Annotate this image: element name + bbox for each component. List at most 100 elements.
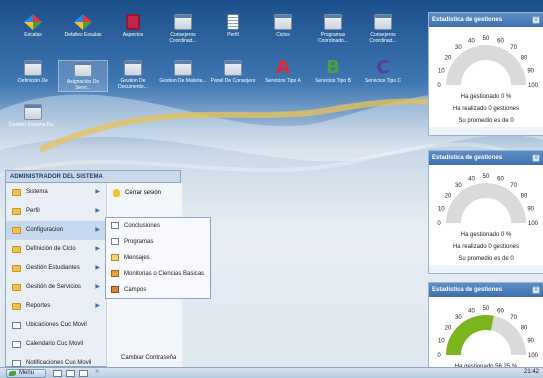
desktop-icon-label: Programas Coordinado...	[317, 32, 349, 44]
desktop-icon-label: Gestión Sistema Ba...	[8, 122, 58, 128]
person-icon	[111, 286, 119, 293]
desktop-icon[interactable]: Detalles Escalas	[58, 14, 108, 38]
stat-panel-header: Estadística de gestiones ≡	[429, 283, 543, 297]
logout-button[interactable]: Cerrar sesión	[113, 187, 161, 199]
folder-icon	[12, 208, 21, 215]
start-menu-item[interactable]: Definición de Ciclo ▶	[6, 240, 106, 259]
desktop-icon-label: Escalas	[24, 32, 42, 38]
desktop-icon[interactable]: Aspectos	[108, 14, 158, 38]
desktop-icon[interactable]: Programas Coordinado...	[308, 14, 358, 44]
desktop-icon[interactable]: Gestion De Materia...	[158, 60, 208, 84]
submenu-item[interactable]: Monitorias o Ciencias Basicas	[106, 266, 210, 282]
desktop-icon-label: Consejeros Coordinad...	[369, 32, 397, 44]
gauge-tick-label: 60	[497, 176, 504, 182]
change-password-button[interactable]: Cambiar Contraseña	[121, 355, 176, 361]
submenu-item[interactable]: Mensajes	[106, 250, 210, 266]
document-icon	[227, 14, 239, 30]
desktop-icon[interactable]: Definición De	[8, 60, 58, 84]
start-menu-item[interactable]: Calendario Cuc Movil	[6, 335, 106, 354]
letter-b-icon: B	[326, 57, 340, 78]
window-icon	[24, 104, 42, 120]
desktop-icon[interactable]: C Servicios Tipo C	[358, 59, 408, 85]
folder-icon	[12, 227, 21, 234]
start-menu-item-label: Reportes	[26, 303, 51, 309]
desktop-icon[interactable]: Consejeros Coordinad...	[358, 14, 408, 44]
gauge-tick-label: 20	[445, 193, 452, 199]
gauge-tick-label: 100	[528, 221, 539, 227]
desktop-icon-label: Ciclos	[276, 32, 290, 38]
stat-panel-text: Ha realizado 0 gestiones	[452, 106, 520, 112]
start-menu-title: ADMINISTRADOR DEL SISTEMA	[6, 171, 180, 183]
chevron-right-icon: ▶	[95, 246, 100, 252]
submenu-item[interactable]: Campos	[106, 282, 210, 298]
start-menu-item[interactable]: Perfil ▶	[6, 202, 106, 221]
gauge-chart: 010203040 50 60708090100	[437, 36, 538, 89]
gauge-chart: 010203040 50 60708090100	[437, 174, 539, 227]
desktop-icon-label: Panel De Consejero	[210, 78, 256, 84]
stat-panel-body: 0 10 20 30 40 50 60 70 80 90 100 Ha gestionado 0 % H…	[429, 165, 543, 265]
start-menu-item[interactable]: Ubicaciones Cuc Movil	[6, 316, 106, 335]
start-menu-items: Sistema ▶ Perfil ▶ Configuracion ▶ Definición …	[6, 183, 106, 373]
desktop-icon[interactable]: Consejeros Coordinad...	[158, 14, 208, 44]
start-menu-item[interactable]: Reportes ▶	[6, 297, 106, 316]
gauge-track	[446, 183, 526, 224]
window-icon	[111, 238, 119, 245]
desktop-icon[interactable]: Gestión Sistema Ba...	[8, 104, 58, 128]
stat-panel-title: Estadística de gestiones	[432, 287, 503, 293]
desktop-icon[interactable]: Escalas	[8, 14, 58, 38]
desktop-icon-label: Gestion De Documento...	[118, 78, 148, 90]
gauge-tick-label: 30	[455, 315, 462, 321]
logout-label: Cerrar sesión	[125, 190, 162, 196]
desktop-icon[interactable]: Ciclos	[258, 14, 308, 38]
start-menu-button-label: Menu	[19, 370, 35, 376]
taskbar-more-button[interactable]: »	[95, 368, 99, 375]
start-menu-button[interactable]: Menu	[6, 369, 46, 378]
submenu-item[interactable]: Programas	[106, 234, 210, 250]
taskbar-window-icon[interactable]	[66, 370, 75, 377]
gauge-tick-label: 60	[497, 308, 504, 314]
start-menu-item[interactable]: Configuracion ▶	[6, 221, 106, 240]
start-menu-item-label: Ubicaciones Cuc Movil	[26, 322, 87, 328]
gauge-tick-label: 70	[510, 315, 517, 321]
window-icon	[174, 14, 192, 30]
stat-panel: Estadística de gestiones ≡ 0 10 20 30 40 50 60 70…	[428, 282, 543, 373]
window-icon	[124, 60, 142, 76]
start-menu-item-label: Notificaciones Cuc Movil	[26, 360, 92, 366]
submenu-item[interactable]: Conclusiones	[106, 218, 210, 234]
start-menu-item[interactable]: Gestión de Servicios ▶	[6, 278, 106, 297]
desktop-icon[interactable]: Gestion De Documento...	[108, 60, 158, 90]
gauge-tick-label: 90	[527, 68, 534, 74]
panel-options-icon[interactable]: ≡	[532, 154, 540, 162]
folder-icon	[12, 265, 21, 272]
stat-panel-body: 0 10 20 30 40 50 60 70 80 90 100 Ha gestionado 0 % H…	[429, 27, 543, 127]
desktop-icon-label: Servicios Tipo A	[265, 78, 301, 84]
desktop-icon[interactable]: B Servicios Tipo B	[308, 57, 358, 85]
desktop-icon[interactable]: Perfil	[208, 14, 258, 38]
folder-icon	[12, 303, 21, 310]
start-menu-item-label: Configuracion	[26, 227, 64, 233]
desktop-icon-label: Consejeros Coordinad...	[169, 32, 197, 44]
taskbar-window-icon[interactable]	[53, 370, 62, 377]
taskbar-window-icon[interactable]	[79, 370, 88, 377]
gauge-tick-label: 10	[438, 68, 445, 74]
panel-options-icon[interactable]: ≡	[532, 16, 540, 24]
chevron-right-icon: ▶	[95, 284, 100, 290]
desktop-icon[interactable]: Panel De Consejero	[208, 60, 258, 84]
desktop-icon-label: Gestion De Materia...	[159, 78, 207, 84]
gauge-tick-label: 10	[438, 206, 445, 212]
chevron-right-icon: ▶	[95, 189, 100, 195]
start-menu-item[interactable]: Gestión Estudiantes ▶	[6, 259, 106, 278]
desktop-icon-label: Servicios Tipo B	[315, 78, 351, 84]
taskbar: Menu » 21:42	[0, 367, 543, 378]
gauge-tick-label: 10	[438, 338, 445, 344]
gauge-tick-label: 50	[483, 36, 490, 42]
gauge-tick-label: 0	[437, 353, 441, 359]
desktop-icon[interactable]: A Servicios Tipo A	[258, 59, 308, 85]
stat-panel-header: Estadística de gestiones ≡	[429, 151, 543, 165]
start-menu-item-label: Gestión Estudiantes	[26, 265, 80, 271]
window-icon	[111, 222, 119, 229]
desktop-icon-label: Definición De	[18, 78, 48, 84]
desktop-icon[interactable]: Asignación De Servi...	[58, 60, 108, 92]
panel-options-icon[interactable]: ≡	[532, 286, 540, 294]
start-menu-item[interactable]: Sistema ▶	[6, 183, 106, 202]
